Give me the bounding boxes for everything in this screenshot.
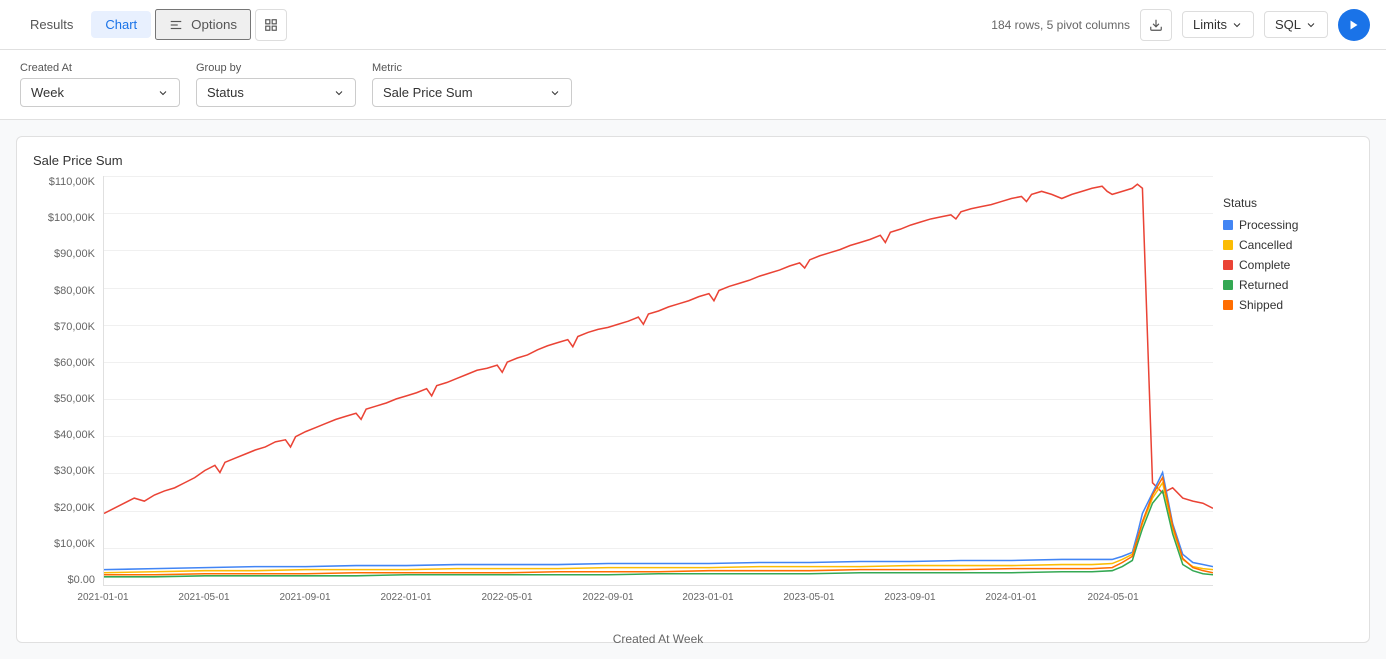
x-label-2023-09: 2023-09-01 bbox=[884, 592, 935, 603]
x-label-2022-09: 2022-09-01 bbox=[582, 592, 633, 603]
tab-group: Results Chart Options bbox=[16, 9, 287, 41]
download-icon bbox=[1149, 18, 1163, 32]
legend-processing: Processing bbox=[1223, 218, 1353, 232]
metric-filter: Metric Sale Price Sum bbox=[372, 62, 572, 107]
chart-area: $110,00K $100,00K $90,00K $80,00K $70,00… bbox=[33, 176, 1353, 626]
created-at-chevron-icon bbox=[157, 87, 169, 99]
compare-icon-btn[interactable] bbox=[255, 9, 287, 41]
options-icon bbox=[169, 18, 183, 32]
group-by-select[interactable]: Status bbox=[196, 78, 356, 107]
legend-cancelled: Cancelled bbox=[1223, 238, 1353, 252]
x-label-2021-09: 2021-09-01 bbox=[279, 592, 330, 603]
complete-label: Complete bbox=[1239, 258, 1290, 272]
x-label-2022-05: 2022-05-01 bbox=[481, 592, 532, 603]
complete-dot bbox=[1223, 260, 1233, 270]
x-label-2023-05: 2023-05-01 bbox=[783, 592, 834, 603]
x-label-2024-05: 2024-05-01 bbox=[1088, 592, 1139, 603]
processing-line bbox=[104, 473, 1213, 570]
legend-complete: Complete bbox=[1223, 258, 1353, 272]
options-label: Options bbox=[191, 17, 237, 32]
sql-chevron-icon bbox=[1305, 19, 1317, 31]
x-axis: 2021-01-01 2021-05-01 2021-09-01 2022-01… bbox=[103, 586, 1213, 626]
y-label-60: $60,00K bbox=[54, 357, 95, 369]
group-by-filter: Group by Status bbox=[196, 62, 356, 107]
processing-dot bbox=[1223, 220, 1233, 230]
shipped-dot bbox=[1223, 300, 1233, 310]
limits-label: Limits bbox=[1193, 17, 1227, 32]
x-label-2021-01: 2021-01-01 bbox=[77, 592, 128, 603]
shipped-label: Shipped bbox=[1239, 298, 1283, 312]
legend-shipped: Shipped bbox=[1223, 298, 1353, 312]
chart-title: Sale Price Sum bbox=[33, 153, 1353, 168]
tab-options[interactable]: Options bbox=[155, 9, 251, 40]
complete-line bbox=[104, 184, 1213, 513]
group-by-value: Status bbox=[207, 85, 244, 100]
limits-chevron-icon bbox=[1231, 19, 1243, 31]
x-label-2024-01: 2024-01-01 bbox=[985, 592, 1036, 603]
sql-label: SQL bbox=[1275, 17, 1301, 32]
limits-btn[interactable]: Limits bbox=[1182, 11, 1254, 38]
x-axis-label: Created At Week bbox=[103, 632, 1213, 646]
y-label-40: $40,00K bbox=[54, 429, 95, 441]
legend-returned: Returned bbox=[1223, 278, 1353, 292]
legend-title: Status bbox=[1223, 196, 1353, 210]
top-right: 184 rows, 5 pivot columns Limits SQL bbox=[991, 9, 1370, 41]
y-label-70: $70,00K bbox=[54, 321, 95, 333]
legend: Status Processing Cancelled Complete Ret… bbox=[1223, 196, 1353, 318]
created-at-filter: Created At Week bbox=[20, 62, 180, 107]
created-at-select[interactable]: Week bbox=[20, 78, 180, 107]
x-label-2021-05: 2021-05-01 bbox=[178, 592, 229, 603]
filters-bar: Created At Week Group by Status Metric S… bbox=[0, 50, 1386, 120]
plot-area bbox=[103, 176, 1213, 586]
x-label-2022-01: 2022-01-01 bbox=[380, 592, 431, 603]
y-label-0: $0.00 bbox=[67, 574, 95, 586]
compare-icon bbox=[264, 18, 278, 32]
cancelled-dot bbox=[1223, 240, 1233, 250]
y-label-10: $10,00K bbox=[54, 538, 95, 550]
y-label-50: $50,00K bbox=[54, 393, 95, 405]
run-icon bbox=[1348, 19, 1360, 31]
y-label-90: $90,00K bbox=[54, 248, 95, 260]
tab-results[interactable]: Results bbox=[16, 11, 87, 38]
metric-select[interactable]: Sale Price Sum bbox=[372, 78, 572, 107]
sql-btn[interactable]: SQL bbox=[1264, 11, 1328, 38]
top-bar: Results Chart Options 184 rows, 5 pivot … bbox=[0, 0, 1386, 50]
chart-container: Sale Price Sum $110,00K $100,00K $90,00K… bbox=[16, 136, 1370, 643]
returned-label: Returned bbox=[1239, 278, 1288, 292]
metric-chevron-icon bbox=[549, 87, 561, 99]
group-by-chevron-icon bbox=[333, 87, 345, 99]
group-by-label: Group by bbox=[196, 62, 356, 74]
y-label-110: $110,00K bbox=[49, 176, 95, 188]
created-at-value: Week bbox=[31, 85, 64, 100]
returned-dot bbox=[1223, 280, 1233, 290]
y-label-80: $80,00K bbox=[54, 285, 95, 297]
tab-chart[interactable]: Chart bbox=[91, 11, 151, 38]
rows-info: 184 rows, 5 pivot columns bbox=[991, 18, 1130, 32]
created-at-label: Created At bbox=[20, 62, 180, 74]
y-label-100: $100,00K bbox=[48, 212, 95, 224]
y-label-30: $30,00K bbox=[54, 465, 95, 477]
run-btn[interactable] bbox=[1338, 9, 1370, 41]
chart-svg bbox=[104, 176, 1213, 585]
y-label-20: $20,00K bbox=[54, 502, 95, 514]
download-btn[interactable] bbox=[1140, 9, 1172, 41]
x-label-2023-01: 2023-01-01 bbox=[682, 592, 733, 603]
y-axis: $110,00K $100,00K $90,00K $80,00K $70,00… bbox=[33, 176, 103, 586]
metric-value: Sale Price Sum bbox=[383, 85, 473, 100]
cancelled-label: Cancelled bbox=[1239, 238, 1292, 252]
processing-label: Processing bbox=[1239, 218, 1298, 232]
metric-label: Metric bbox=[372, 62, 572, 74]
